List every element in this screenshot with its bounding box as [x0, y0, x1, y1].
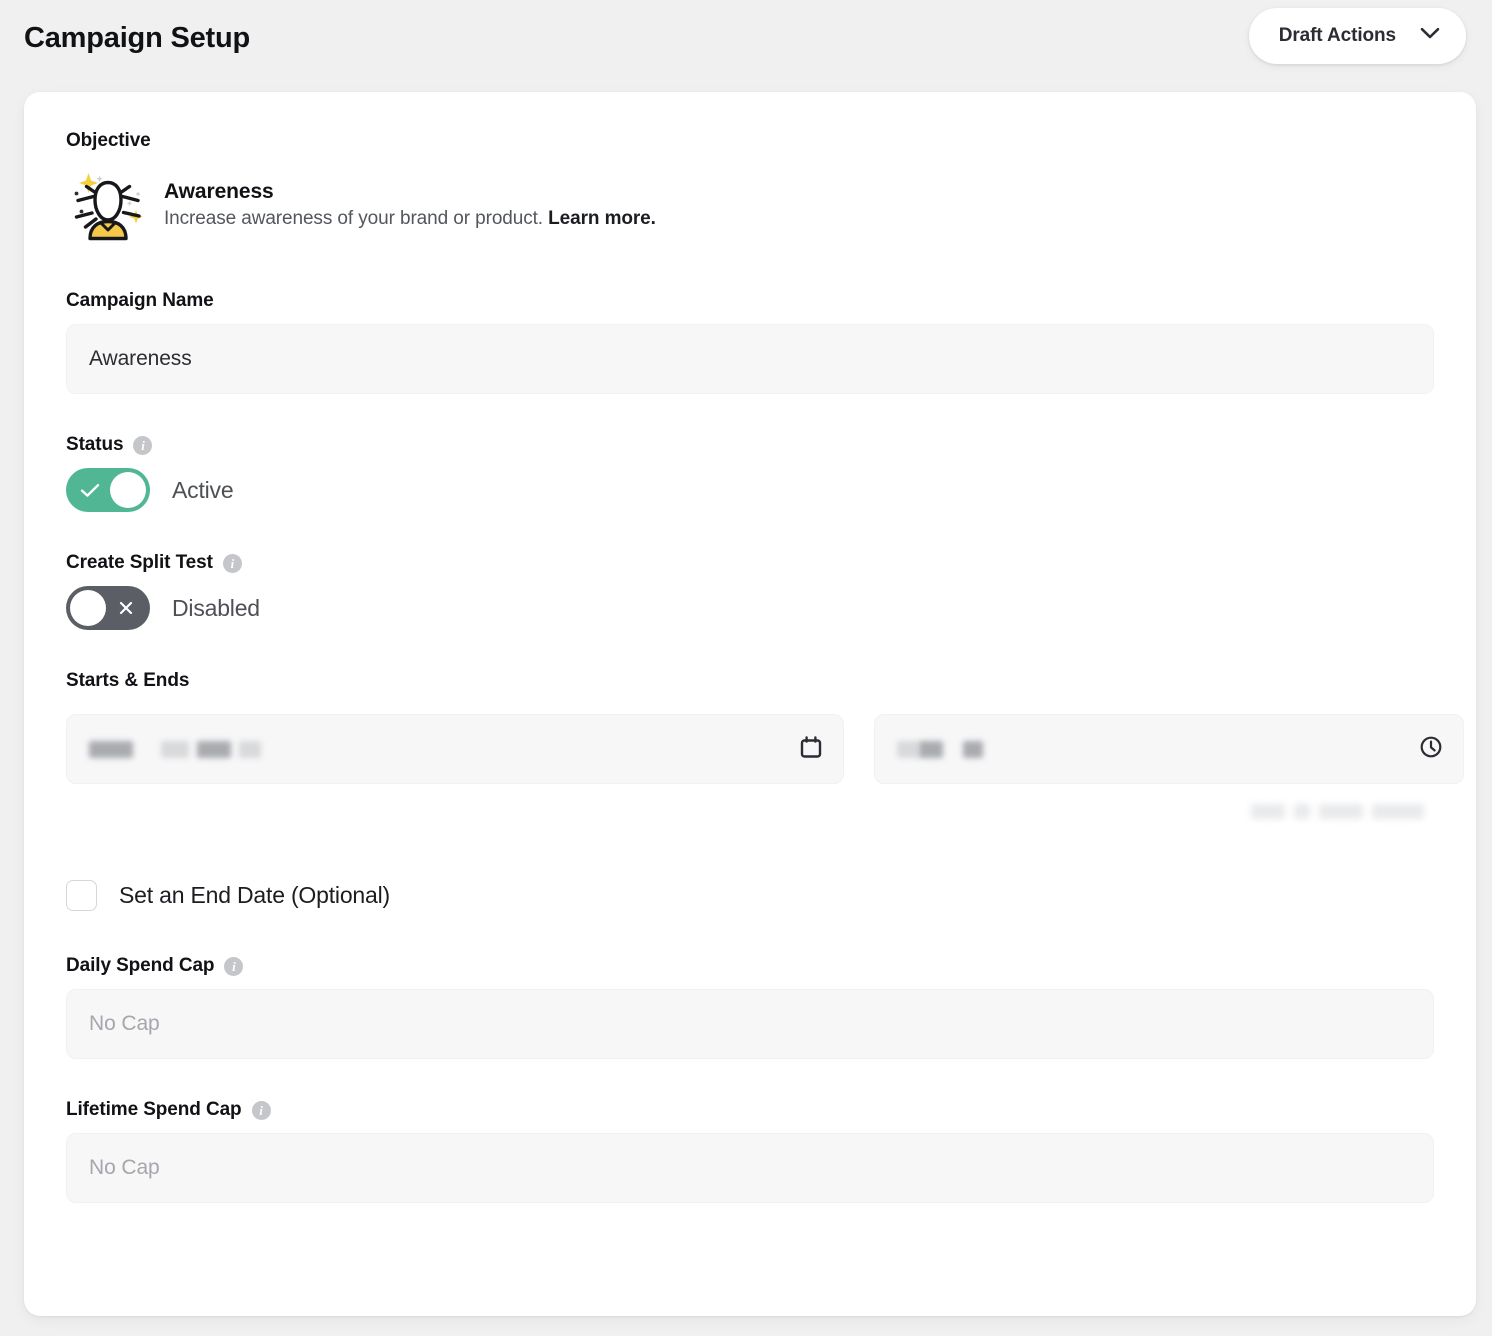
- start-date-column: [66, 714, 844, 824]
- objective-section: Objective Awareness Increase awareness o…: [66, 130, 1434, 246]
- info-icon[interactable]: i: [251, 1100, 271, 1120]
- split-test-state-label: Disabled: [172, 594, 260, 621]
- campaign-setup-card: Objective Awareness Increase awareness o…: [24, 92, 1476, 1316]
- start-date-value-redacted: [89, 740, 261, 758]
- page-title: Campaign Setup: [24, 21, 250, 54]
- start-date-input[interactable]: [66, 714, 844, 784]
- draft-actions-label: Draft Actions: [1278, 25, 1396, 46]
- set-end-date-row[interactable]: Set an End Date (Optional): [66, 880, 1434, 911]
- status-toggle[interactable]: [66, 468, 150, 512]
- chevron-down-icon: [1420, 27, 1440, 45]
- info-icon[interactable]: i: [222, 553, 242, 573]
- objective-text: Awareness Increase awareness of your bra…: [164, 180, 656, 230]
- daily-spend-cap-section: Daily Spend Cap i No Cap: [66, 955, 1434, 1059]
- toggle-knob: [110, 472, 146, 508]
- info-icon[interactable]: i: [133, 435, 153, 455]
- objective-row: Awareness Increase awareness of your bra…: [66, 164, 1434, 246]
- split-test-toggle-row: Disabled: [66, 586, 1434, 630]
- daily-spend-cap-label: Daily Spend Cap i: [66, 955, 1434, 977]
- set-end-date-label[interactable]: Set an End Date (Optional): [119, 882, 390, 909]
- lifetime-spend-cap-label: Lifetime Spend Cap i: [66, 1099, 1434, 1121]
- page-header: Campaign Setup Draft Actions: [0, 0, 1492, 92]
- timezone-helper-redacted: [874, 798, 1464, 824]
- awareness-person-icon: [66, 164, 150, 246]
- learn-more-link[interactable]: Learn more.: [548, 208, 656, 229]
- split-test-section: Create Split Test i Disabled: [66, 552, 1434, 630]
- lifetime-spend-cap-section: Lifetime Spend Cap i No Cap: [66, 1099, 1434, 1203]
- starts-ends-section: Starts & Ends Set an End Date (Optional): [66, 670, 1464, 911]
- lifetime-spend-cap-label-text: Lifetime Spend Cap: [66, 1099, 242, 1120]
- campaign-setup-page: Campaign Setup Draft Actions Objective A…: [0, 0, 1492, 1336]
- status-toggle-row: Active: [66, 468, 1434, 512]
- clock-icon[interactable]: [1419, 735, 1443, 764]
- info-icon[interactable]: i: [224, 956, 244, 976]
- set-end-date-checkbox[interactable]: [66, 880, 97, 911]
- objective-description-text: Increase awareness of your brand or prod…: [164, 208, 543, 229]
- start-time-value-redacted: [897, 740, 983, 758]
- starts-ends-label: Starts & Ends: [66, 670, 190, 691]
- close-icon: [106, 586, 146, 630]
- objective-title: Awareness: [164, 180, 274, 203]
- calendar-icon[interactable]: [799, 735, 823, 764]
- start-time-input[interactable]: [874, 714, 1464, 784]
- split-test-label: Create Split Test i: [66, 552, 1434, 574]
- status-section: Status i Active: [66, 434, 1434, 512]
- daily-spend-cap-input[interactable]: No Cap: [66, 989, 1434, 1059]
- status-label: Status i: [66, 434, 1434, 456]
- split-test-toggle[interactable]: [66, 586, 150, 630]
- starts-ends-row: [66, 714, 1464, 824]
- draft-actions-button[interactable]: Draft Actions: [1248, 8, 1466, 64]
- lifetime-spend-cap-input[interactable]: No Cap: [66, 1133, 1434, 1203]
- campaign-name-input[interactable]: Awareness: [66, 324, 1434, 394]
- campaign-name-label: Campaign Name: [66, 290, 214, 311]
- objective-label: Objective: [66, 130, 151, 151]
- split-test-label-text: Create Split Test: [66, 552, 213, 573]
- campaign-name-section: Campaign Name Awareness: [66, 290, 1434, 394]
- check-icon: [70, 468, 110, 512]
- daily-spend-cap-label-text: Daily Spend Cap: [66, 955, 215, 976]
- objective-description: Increase awareness of your brand or prod…: [164, 208, 656, 230]
- toggle-knob: [70, 590, 106, 626]
- status-label-text: Status: [66, 434, 124, 455]
- start-time-column: [874, 714, 1464, 824]
- status-state-label: Active: [172, 476, 234, 503]
